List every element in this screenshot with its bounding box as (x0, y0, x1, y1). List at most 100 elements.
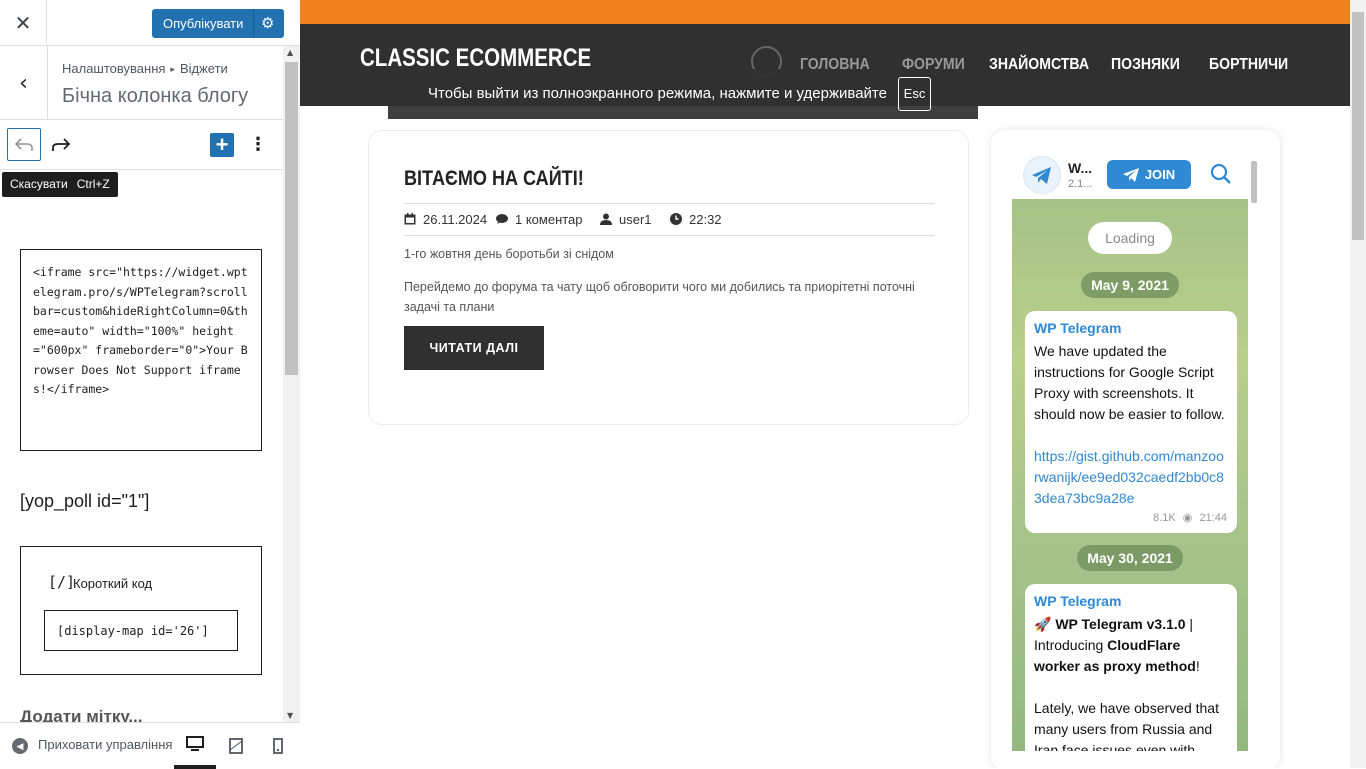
telegram-join-button[interactable]: JOIN (1107, 160, 1191, 189)
post-excerpt-line1: 1-го жовтня день боротьби зі снідом (404, 247, 614, 261)
add-block-button[interactable]: + (210, 133, 234, 157)
scroll-up-arrow-icon[interactable]: ▲ (287, 48, 293, 57)
telegram-message: WP Telegram We have updated the instruct… (1025, 311, 1237, 533)
telegram-widget[interactable]: W... 2.1... JOIN Loading May 9, 2021 WP … (1012, 151, 1248, 751)
page-scrollbar[interactable] (1350, 0, 1366, 768)
user-icon (600, 213, 612, 225)
telegram-channel-avatar[interactable] (1023, 156, 1061, 194)
telegram-join-label: JOIN (1144, 167, 1176, 182)
telegram-scrollbar[interactable] (1250, 151, 1259, 751)
publish-button-label: Опублікувати (163, 16, 244, 31)
nav-link-dating[interactable]: ЗНАЙОМСТВА (989, 56, 1089, 74)
scroll-down-arrow-icon[interactable]: ▼ (287, 711, 293, 720)
hide-controls-label: Приховати управління (38, 737, 172, 752)
active-device-indicator (174, 765, 216, 769)
fullscreen-esc-key: Esc (898, 77, 931, 111)
more-vertical-icon: ⋮ (249, 134, 267, 155)
post-author[interactable]: user1 (600, 212, 652, 227)
post-time-text: 22:32 (689, 212, 722, 227)
comment-icon (496, 214, 508, 224)
panel-scrollbar-thumb[interactable] (285, 62, 298, 375)
mobile-preview-button[interactable] (264, 735, 292, 757)
post-date: 26.11.2024 (404, 212, 487, 227)
tooltip-label: Скасувати (10, 177, 68, 191)
redo-button[interactable] (44, 128, 78, 161)
publish-button[interactable]: Опублікувати ⚙ (152, 9, 284, 38)
telegram-message-bold-title: WP Telegram v3.1.0 (1055, 616, 1186, 632)
post-comments[interactable]: 1 коментар (496, 212, 583, 227)
block-toolbar: + ⋮ (0, 120, 283, 170)
rocket-icon: 🚀 (1034, 616, 1052, 632)
undo-button[interactable] (7, 128, 41, 161)
panel-header: ✕ Опублікувати ⚙ (0, 0, 300, 46)
back-button[interactable]: ‹ (0, 46, 48, 120)
search-icon[interactable] (1210, 163, 1232, 185)
tooltip-shortcut: Ctrl+Z (76, 177, 110, 191)
section-title: Бічна колонка блогу (62, 85, 249, 107)
telegram-scrollbar-thumb[interactable] (1251, 161, 1257, 203)
paper-plane-icon (1122, 167, 1139, 182)
telegram-widget-card: W... 2.1... JOIN Loading May 9, 2021 WP … (991, 130, 1280, 768)
post-time: 22:32 (670, 212, 722, 227)
post-comments-text: 1 коментар (515, 212, 583, 227)
telegram-date-badge: May 9, 2021 (1081, 272, 1179, 298)
shortcode-input[interactable]: [display-map id='26'] (44, 610, 238, 651)
breadcrumb-separator: ▸ (170, 64, 175, 74)
desktop-preview-button[interactable] (181, 733, 209, 755)
gear-icon[interactable]: ⚙ (261, 14, 274, 32)
telegram-date-badge: May 30, 2021 (1077, 545, 1183, 571)
shortcode-paragraph[interactable]: [yop_poll id="1"] (20, 491, 149, 512)
plus-icon: + (215, 132, 229, 157)
site-preview: CLASSIC ECOMMERCE ГОЛОВНА ФОРУМИ ЗНАЙОМС… (300, 0, 1366, 768)
close-icon: ✕ (14, 11, 32, 35)
desktop-icon (186, 736, 204, 751)
panel-footer: ◀ Приховати управління (0, 722, 300, 769)
telegram-message-text: 🚀 WP Telegram v3.1.0 | Introducing Cloud… (1034, 614, 1228, 677)
telegram-message: WP Telegram 🚀 WP Telegram v3.1.0 | Intro… (1025, 584, 1237, 751)
eye-icon: ◉ (1182, 512, 1193, 524)
telegram-message-author[interactable]: WP Telegram (1034, 318, 1228, 339)
tablet-icon (229, 738, 243, 754)
tablet-preview-button[interactable] (222, 735, 250, 757)
page-scrollbar-thumb[interactable] (1352, 12, 1364, 240)
options-menu-button[interactable]: ⋮ (248, 133, 268, 157)
telegram-channel-name[interactable]: W... (1068, 160, 1092, 176)
post-title[interactable]: ВІТАЄМО НА САЙТІ! (404, 167, 584, 191)
telegram-message-author[interactable]: WP Telegram (1034, 591, 1228, 612)
telegram-message-link[interactable]: https://gist.github.com/manzoorwanijk/ee… (1034, 446, 1228, 509)
telegram-message-time: 21:44 (1199, 512, 1227, 524)
close-customizer-button[interactable]: ✕ (0, 0, 47, 46)
breadcrumb: Налаштовування ▸ Віджети (62, 61, 228, 76)
calendar-icon (404, 213, 416, 225)
breadcrumb-item-widgets: Віджети (179, 61, 228, 76)
telegram-views: 8.1K (1153, 512, 1176, 524)
undo-tooltip: Скасувати Ctrl+Z (2, 172, 118, 197)
redo-icon (52, 137, 70, 151)
chevron-left-icon: ‹ (19, 70, 28, 96)
post-author-text: user1 (619, 212, 652, 227)
panel-scrollbar[interactable]: ▲ ▼ (283, 46, 300, 722)
telegram-logo-icon (1032, 167, 1051, 184)
shortcode-block-label: Короткий код (73, 576, 153, 591)
telegram-header: W... 2.1... JOIN (1012, 151, 1248, 199)
undo-icon (15, 137, 33, 151)
top-accent-bar (300, 0, 1350, 24)
custom-html-block[interactable]: <iframe src="https://widget.wptelegram.p… (20, 249, 262, 451)
nav-link-bortnychi[interactable]: БОРТНИЧИ (1209, 56, 1288, 74)
mobile-icon (273, 738, 283, 754)
clock-icon (670, 213, 682, 225)
telegram-message-paragraph: Lately, we have observed that many users… (1034, 700, 1219, 751)
hide-controls-button[interactable]: ◀ Приховати управління (12, 737, 172, 754)
telegram-message-meta: 8.1K ◉ 21:44 (1153, 508, 1227, 529)
fullscreen-notice-text: Чтобы выйти из полноэкранного режима, на… (428, 85, 887, 102)
publish-divider (253, 9, 254, 38)
read-more-button[interactable]: ЧИТАТИ ДАЛІ (404, 326, 544, 370)
post-meta: 26.11.2024 1 коментар user1 22:32 (404, 203, 934, 236)
section-header: ‹ Налаштовування ▸ Віджети Бічна колонка б… (0, 46, 283, 120)
telegram-loading-pill: Loading (1088, 222, 1172, 254)
shortcode-icon: [/] (48, 573, 76, 591)
shortcode-block[interactable]: [/] Короткий код [display-map id='26'] (20, 546, 262, 675)
nav-link-pozniaky[interactable]: ПОЗНЯКИ (1111, 56, 1180, 74)
post-card: ВІТАЄМО НА САЙТІ! 26.11.2024 1 коментар … (368, 130, 969, 425)
site-navbar: CLASSIC ECOMMERCE ГОЛОВНА ФОРУМИ ЗНАЙОМС… (300, 24, 1350, 119)
